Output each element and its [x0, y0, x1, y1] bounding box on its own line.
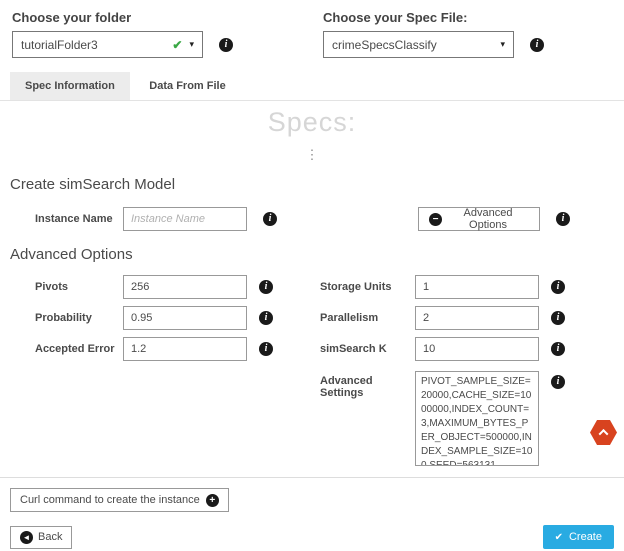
back-arrow-icon: ◄	[20, 531, 33, 544]
advanced-settings-textarea[interactable]: PIVOT_SAMPLE_SIZE=20000,CACHE_SIZE=10000…	[415, 371, 539, 466]
instance-name-input[interactable]	[123, 207, 247, 231]
pivots-label: Pivots	[35, 281, 123, 293]
spec-file-chooser-label: Choose your Spec File:	[323, 10, 614, 25]
folder-info-icon[interactable]: i	[219, 38, 233, 52]
simsearch-k-input[interactable]	[415, 337, 539, 361]
accepted-error-info-icon[interactable]: i	[259, 342, 273, 356]
curl-command-label: Curl command to create the instance	[20, 494, 200, 506]
advanced-options-toggle-label: Advanced Options	[447, 207, 529, 231]
simsearch-k-info-icon[interactable]: i	[551, 342, 565, 356]
footer-divider	[0, 477, 624, 478]
storage-units-input[interactable]	[415, 275, 539, 299]
loading-ellipsis-icon: ⋮	[0, 148, 624, 161]
probability-label: Probability	[35, 312, 123, 324]
create-button[interactable]: ✔ Create	[543, 525, 614, 549]
page: Choose your folder tutorialFolder3 ✔ ▾ i…	[0, 0, 624, 551]
check-icon: ✔	[555, 532, 563, 543]
folder-valid-check-icon: ✔	[172, 38, 182, 52]
minus-circle-icon: −	[429, 213, 442, 226]
chevron-up-icon	[599, 429, 609, 439]
simsearch-k-row: simSearch K i	[320, 337, 565, 361]
folder-chooser: Choose your folder tutorialFolder3 ✔ ▾ i	[12, 10, 313, 58]
parallelism-label: Parallelism	[320, 312, 415, 324]
spec-file-select[interactable]: crimeSpecsClassify ▾	[323, 31, 514, 58]
probability-input[interactable]	[123, 306, 247, 330]
back-button[interactable]: ◄ Back	[10, 526, 72, 549]
footer-actions: ◄ Back ✔ Create	[10, 525, 614, 549]
chevron-down-icon: ▾	[500, 39, 505, 50]
probability-row: Probability i	[35, 306, 273, 330]
parallelism-info-icon[interactable]: i	[551, 311, 565, 325]
instance-name-label: Instance Name	[35, 213, 123, 225]
accepted-error-label: Accepted Error	[35, 343, 123, 355]
folder-chooser-label: Choose your folder	[12, 10, 313, 25]
advanced-options-toggle-button[interactable]: − Advanced Options	[418, 207, 540, 231]
create-model-heading: Create simSearch Model	[10, 176, 624, 193]
spec-file-select-value: crimeSpecsClassify	[332, 38, 500, 52]
advanced-settings-info-icon[interactable]: i	[551, 375, 565, 389]
advanced-options-grid: Pivots i Probability i Accepted Error i …	[0, 275, 624, 461]
chevron-down-icon: ▾	[189, 39, 194, 50]
instance-name-row: Instance Name i − Advanced Options i	[35, 207, 624, 231]
plus-circle-icon: +	[206, 494, 219, 507]
spec-file-chooser: Choose your Spec File: crimeSpecsClassif…	[313, 10, 614, 58]
curl-command-button[interactable]: Curl command to create the instance +	[10, 488, 229, 512]
accepted-error-row: Accepted Error i	[35, 337, 273, 361]
advanced-left-column: Pivots i Probability i Accepted Error i	[35, 275, 273, 368]
advanced-options-info-icon[interactable]: i	[556, 212, 570, 226]
tab-spec-information[interactable]: Spec Information	[10, 72, 130, 100]
instance-name-info-icon[interactable]: i	[263, 212, 277, 226]
advanced-right-column: Storage Units i Parallelism i simSearch …	[320, 275, 565, 466]
probability-info-icon[interactable]: i	[259, 311, 273, 325]
folder-select[interactable]: tutorialFolder3 ✔ ▾	[12, 31, 203, 58]
accepted-error-input[interactable]	[123, 337, 247, 361]
advanced-options-heading: Advanced Options	[10, 246, 624, 263]
specs-area: Specs: ⋮	[0, 107, 624, 161]
pivots-input[interactable]	[123, 275, 247, 299]
back-button-label: Back	[38, 531, 62, 543]
tab-bar: Spec Information Data From File	[0, 72, 624, 101]
storage-units-row: Storage Units i	[320, 275, 565, 299]
storage-units-label: Storage Units	[320, 281, 415, 293]
simsearch-k-label: simSearch K	[320, 343, 415, 355]
parallelism-row: Parallelism i	[320, 306, 565, 330]
create-button-label: Create	[569, 531, 602, 543]
advanced-settings-row: Advanced Settings PIVOT_SAMPLE_SIZE=2000…	[320, 371, 565, 466]
advanced-settings-label: Advanced Settings	[320, 371, 415, 399]
curl-row: Curl command to create the instance +	[10, 488, 624, 512]
specs-title: Specs:	[0, 107, 624, 138]
spec-file-info-icon[interactable]: i	[530, 38, 544, 52]
pivots-info-icon[interactable]: i	[259, 280, 273, 294]
chooser-header: Choose your folder tutorialFolder3 ✔ ▾ i…	[0, 0, 624, 58]
folder-select-value: tutorialFolder3	[21, 38, 172, 52]
parallelism-input[interactable]	[415, 306, 539, 330]
pivots-row: Pivots i	[35, 275, 273, 299]
tab-data-from-file[interactable]: Data From File	[134, 72, 240, 100]
advanced-toggle-wrap: − Advanced Options i	[418, 207, 570, 231]
storage-units-info-icon[interactable]: i	[551, 280, 565, 294]
